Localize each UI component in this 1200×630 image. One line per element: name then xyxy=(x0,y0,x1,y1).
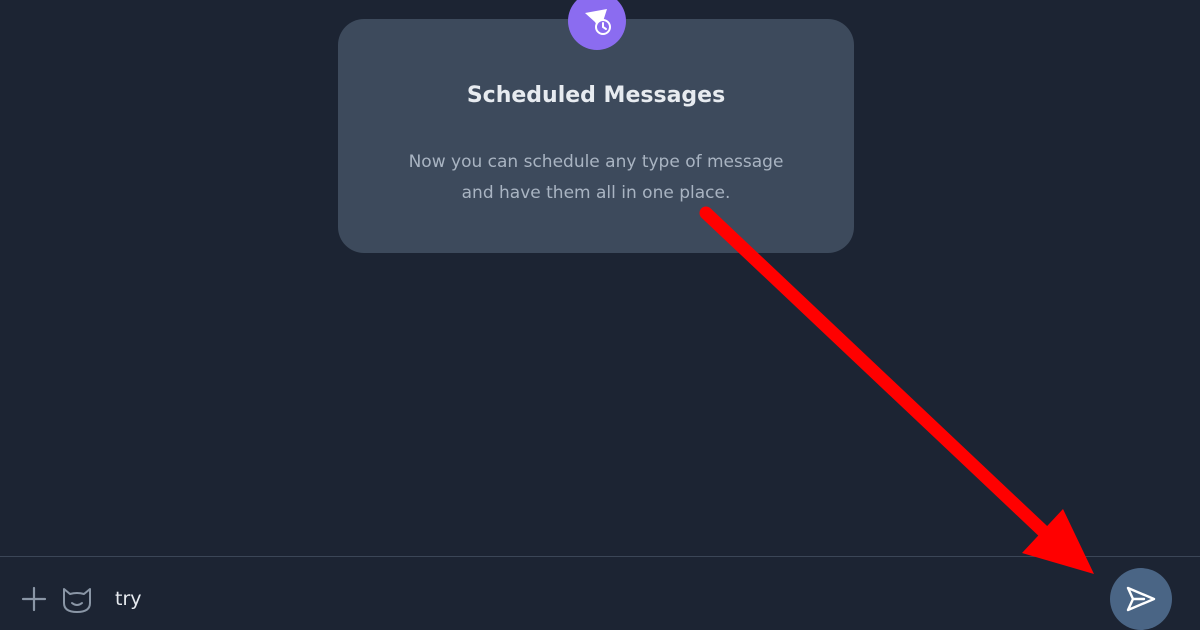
send-icon xyxy=(1126,586,1156,612)
card-description-line: and have them all in one place. xyxy=(461,183,731,203)
scheduled-messages-card: Scheduled Messages Now you can schedule … xyxy=(338,19,854,253)
sticker-cat-icon[interactable] xyxy=(60,583,94,615)
card-description: Now you can schedule any type of message… xyxy=(368,147,824,209)
chat-area: Scheduled Messages Now you can schedule … xyxy=(0,0,1200,556)
message-input[interactable] xyxy=(115,579,1075,619)
card-description-line: Now you can schedule any type of message xyxy=(408,152,784,172)
card-title: Scheduled Messages xyxy=(466,83,726,108)
plus-icon[interactable] xyxy=(20,585,48,613)
message-composer xyxy=(0,557,1200,630)
send-button[interactable] xyxy=(1110,568,1172,630)
